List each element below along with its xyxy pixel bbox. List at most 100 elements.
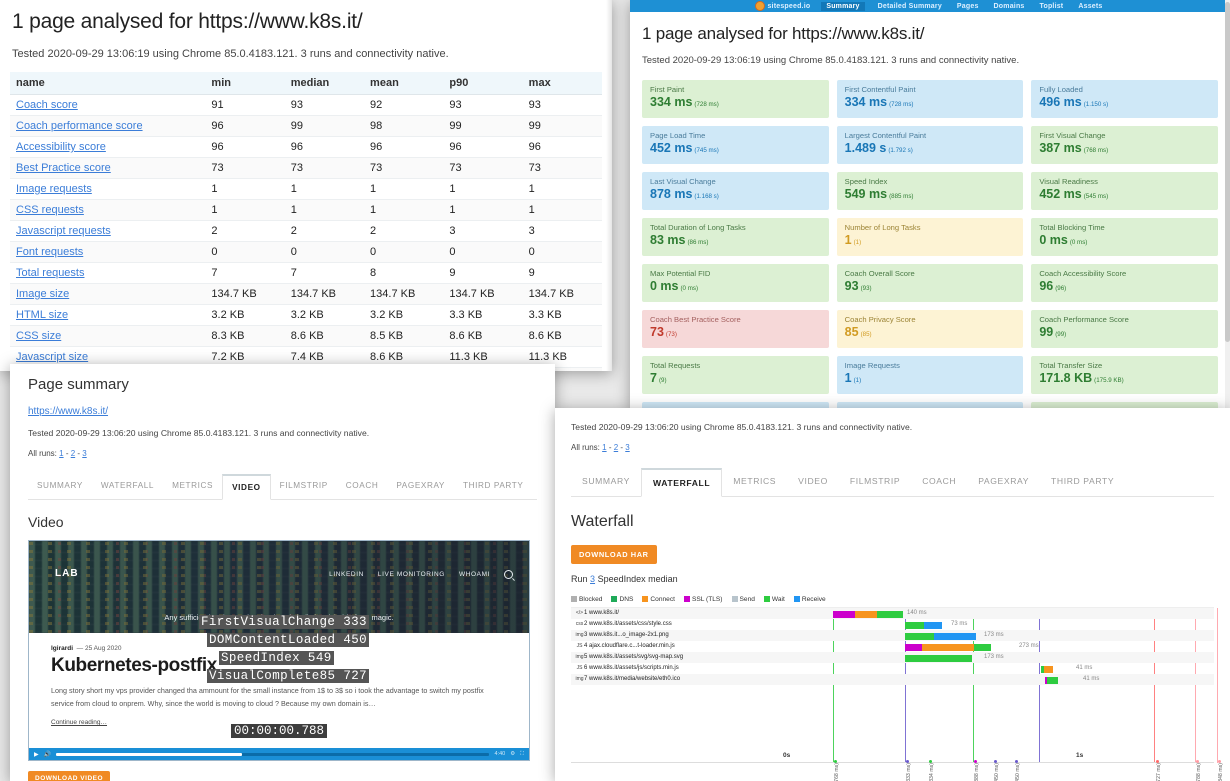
metric-name-cell[interactable]: Font requests: [10, 241, 206, 263]
legend-label: Send: [739, 596, 755, 603]
table-row: Best Practice score 73 73 73 73 73: [10, 157, 602, 179]
metric-name-cell[interactable]: Javascript requests: [10, 220, 206, 242]
video-progress-bar[interactable]: [56, 752, 490, 756]
download-video-button[interactable]: DOWNLOAD VIDEO: [28, 771, 111, 781]
metric-link[interactable]: Coach performance score: [16, 120, 143, 132]
event-label: VisualComplete99 (848 ms): [1218, 763, 1224, 781]
overlay-visual-complete: VisualComplete85 727: [207, 669, 370, 683]
settings-icon[interactable]: ⚙: [510, 751, 515, 758]
fullscreen-icon[interactable]: ⛶: [520, 751, 524, 758]
tab-third-party[interactable]: THIRD PARTY: [454, 474, 532, 499]
metric-name-cell[interactable]: Total requests: [10, 262, 206, 284]
metric-link[interactable]: CSS requests: [16, 204, 84, 216]
nav-item-detailed-summary[interactable]: Detailed Summary: [876, 3, 944, 10]
download-har-button[interactable]: DOWNLOAD HAR: [571, 545, 657, 564]
run-link-3[interactable]: 3: [625, 443, 629, 452]
waterfall-row[interactable]: img5 www.k8s.it/assets/svg/svg-map.svg 17…: [571, 652, 1214, 663]
legend-label: Wait: [771, 596, 785, 603]
legend-swatch: [793, 596, 800, 602]
run-link-1[interactable]: 1: [59, 449, 63, 458]
volume-icon[interactable]: 🔊: [44, 751, 51, 758]
metric-name-cell[interactable]: Accessibility score: [10, 136, 206, 158]
tab-summary[interactable]: SUMMARY: [28, 474, 92, 499]
play-icon[interactable]: ▶: [34, 751, 39, 758]
run-link-2[interactable]: 2: [71, 449, 75, 458]
tab-pagexray[interactable]: PAGEXRAY: [967, 468, 1040, 496]
metric-card-subvalue: (9): [658, 377, 667, 385]
brand[interactable]: sitespeed.io: [755, 1, 810, 11]
tab-third-party[interactable]: THIRD PARTY: [1040, 468, 1125, 496]
metric-value-cell: 8.6 KB: [284, 325, 365, 347]
nav-item-pages[interactable]: Pages: [955, 3, 981, 10]
metric-link[interactable]: Javascript size: [16, 351, 88, 363]
metric-name-cell[interactable]: Best Practice score: [10, 157, 206, 179]
waterfall-row[interactable]: JS 4 ajax.cloudflare.c...t-loader.min.js 2…: [571, 641, 1214, 652]
metric-link[interactable]: Total requests: [16, 267, 84, 279]
run-link-3[interactable]: 3: [82, 449, 86, 458]
tab-video[interactable]: VIDEO: [222, 474, 271, 500]
video-controls-right[interactable]: 4:40 ⚙ ⛶: [494, 751, 524, 758]
run-number-link[interactable]: 3: [590, 574, 595, 584]
table-header-median: median: [284, 72, 365, 95]
tab-waterfall[interactable]: WATERFALL: [640, 468, 723, 497]
metric-name-cell[interactable]: Coach performance score: [10, 115, 206, 137]
video-player[interactable]: LAB LINKEDIN LIVE MONITORING WHOAMI Any …: [28, 540, 530, 761]
metric-link[interactable]: Image requests: [16, 183, 92, 195]
scrollbar-thumb[interactable]: [1225, 2, 1230, 342]
waterfall-row[interactable]: JS 6 www.k8s.it/assets/js/scripts.min.js 4…: [571, 663, 1214, 674]
tab-coach[interactable]: COACH: [911, 468, 967, 496]
waterfall-row[interactable]: css2 www.k8s.it/assets/css/style.css 73 m…: [571, 619, 1214, 630]
metric-card-value: 334 ms (728 ms): [844, 95, 914, 110]
request-url: </>1 www.k8s.it/: [575, 610, 619, 616]
video-controls[interactable]: ▶ 🔊 4:40 ⚙ ⛶: [29, 748, 529, 760]
metric-card-subvalue: (93): [860, 285, 872, 293]
tab-metrics[interactable]: METRICS: [722, 468, 787, 496]
tab-video[interactable]: VIDEO: [787, 468, 839, 496]
metric-value-cell: 99: [284, 115, 365, 137]
waterfall-segment: [1047, 676, 1058, 684]
continue-reading-link[interactable]: Continue reading…: [51, 719, 107, 726]
tab-summary[interactable]: SUMMARY: [571, 468, 641, 496]
metric-link[interactable]: Image size: [16, 288, 69, 300]
metric-name-cell[interactable]: Image requests: [10, 178, 206, 200]
metric-name-cell[interactable]: HTML size: [10, 304, 206, 326]
run-link-1[interactable]: 1: [602, 443, 606, 452]
waterfall-row[interactable]: </>1 www.k8s.it/140 ms: [571, 608, 1214, 619]
summary-metrics-table: name min median mean p90 max Coach score 91 93 9…: [10, 72, 602, 371]
metric-value-cell: 93: [443, 94, 523, 116]
table-row: Image size 134.7 KB 134.7 KB 134.7 KB 134.7 …: [10, 283, 602, 305]
table-row: Coach performance score 96 99 98 99 99: [10, 115, 602, 137]
waterfall-row[interactable]: img3 www.k8s.it...o_image-2x1.png 173 ms: [571, 630, 1214, 641]
nav-item-domains[interactable]: Domains: [992, 3, 1027, 10]
metric-link[interactable]: CSS size: [16, 330, 61, 342]
legend-item-blocked: Blocked: [571, 596, 602, 603]
tab-metrics[interactable]: METRICS: [163, 474, 222, 499]
tab-coach[interactable]: COACH: [337, 474, 388, 499]
window-scrollbar[interactable]: [1225, 0, 1230, 410]
metric-link[interactable]: HTML size: [16, 309, 68, 321]
waterfall-row[interactable]: img7 www.k8s.it/media/website/eth0.ico 41…: [571, 674, 1214, 685]
run-link-2[interactable]: 2: [614, 443, 618, 452]
metric-value-cell: 96: [364, 136, 444, 158]
analysed-url-link[interactable]: https://www.k8s.it/: [28, 406, 108, 417]
metric-link[interactable]: Javascript requests: [16, 225, 111, 237]
tab-pagexray[interactable]: PAGEXRAY: [387, 474, 454, 499]
nav-item-summary[interactable]: Summary: [821, 1, 865, 11]
metric-name-cell[interactable]: Coach score: [10, 94, 206, 116]
metric-card-label: Fully Loaded: [1039, 85, 1083, 94]
nav-item-toplist[interactable]: Toplist: [1038, 3, 1066, 10]
metric-link[interactable]: Accessibility score: [16, 141, 106, 153]
metric-link[interactable]: Best Practice score: [16, 162, 111, 174]
metric-name-cell[interactable]: CSS size: [10, 325, 206, 347]
metric-name-cell[interactable]: CSS requests: [10, 199, 206, 221]
metric-card: Largest Contentful Paint 1.489 s (1.792 s): [836, 126, 1024, 164]
metric-link[interactable]: Coach score: [16, 99, 78, 111]
metric-name-cell[interactable]: Image size: [10, 283, 206, 305]
legend-swatch: [763, 596, 770, 602]
metric-card-label: Speed Index: [844, 177, 888, 186]
metric-link[interactable]: Font requests: [16, 246, 83, 258]
tab-filmstrip[interactable]: FILMSTRIP: [839, 468, 911, 496]
nav-item-assets[interactable]: Assets: [1076, 3, 1104, 10]
tab-waterfall[interactable]: WATERFALL: [92, 474, 163, 499]
tab-filmstrip[interactable]: FILMSTRIP: [271, 474, 337, 499]
